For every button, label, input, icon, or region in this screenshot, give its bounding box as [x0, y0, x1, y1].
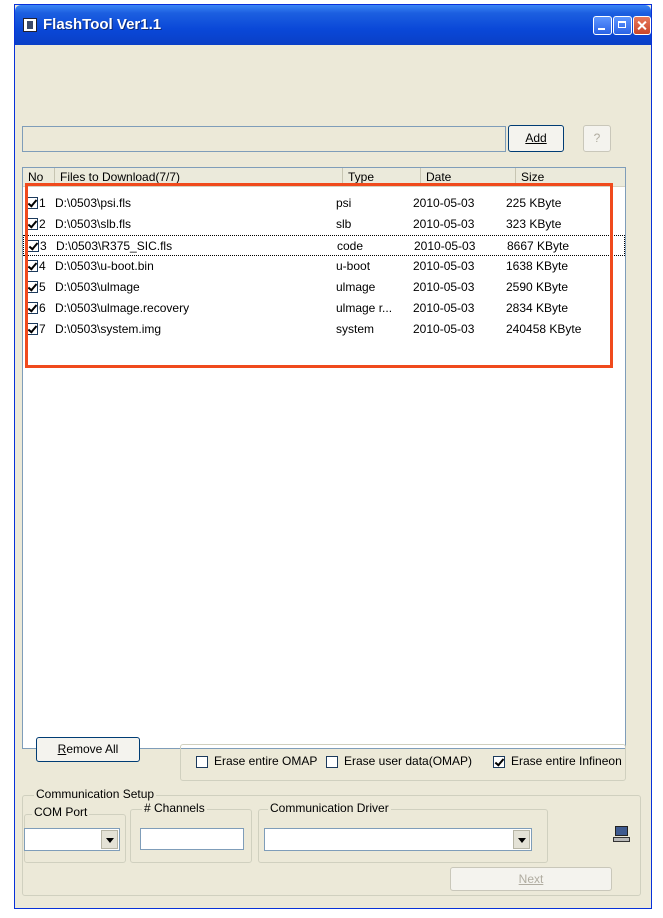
row-type: slb	[336, 217, 352, 231]
row-number: 3	[40, 239, 47, 253]
row-size: 323 KByte	[506, 217, 562, 231]
row-checkbox[interactable]	[26, 260, 38, 272]
row-type: u-boot	[336, 259, 371, 273]
row-file: D:\0503\system.img	[55, 322, 162, 336]
erase-entire-omap-checkbox[interactable]	[196, 756, 208, 768]
column-header-date[interactable]: Date	[421, 168, 516, 186]
row-type: code	[337, 239, 364, 253]
row-type: psi	[336, 196, 352, 210]
minimize-button[interactable]	[593, 16, 612, 35]
erase-entire-infineon-label: Erase entire Infineon	[511, 754, 622, 768]
table-row[interactable]: 6 D:\0503\ulmage.recovery ulmage r... 20…	[23, 298, 625, 319]
row-number: 6	[39, 301, 46, 315]
com-port-select[interactable]	[24, 828, 120, 851]
row-file: D:\0503\R375_SIC.fls	[56, 239, 173, 253]
row-file: D:\0503\ulmage	[55, 280, 140, 294]
file-path-field[interactable]	[22, 126, 506, 152]
row-size: 240458 KByte	[506, 322, 582, 336]
erase-user-data-checkbox[interactable]	[326, 756, 338, 768]
column-header-no[interactable]: No	[23, 168, 55, 186]
row-number: 2	[39, 217, 46, 231]
row-number: 5	[39, 280, 46, 294]
title-bar: FlashTool Ver1.1	[15, 5, 651, 45]
row-date: 2010-05-03	[413, 196, 475, 210]
row-date: 2010-05-03	[413, 280, 475, 294]
table-row[interactable]: 3 D:\0503\R375_SIC.fls code 2010-05-03 8…	[23, 235, 625, 256]
row-type: ulmage r...	[336, 301, 393, 315]
channels-input[interactable]	[140, 828, 244, 850]
row-size: 8667 KByte	[507, 239, 570, 253]
row-size: 1638 KByte	[506, 259, 569, 273]
row-type: system	[336, 322, 375, 336]
table-row[interactable]: 5 D:\0503\ulmage ulmage 2010-05-03 2590 …	[23, 277, 625, 298]
close-button[interactable]	[633, 16, 651, 35]
row-number: 4	[39, 259, 46, 273]
row-size: 225 KByte	[506, 196, 562, 210]
communication-setup-label: Communication Setup	[34, 787, 157, 801]
row-size: 2590 KByte	[506, 280, 569, 294]
window-title: FlashTool Ver1.1	[43, 16, 162, 33]
row-file: D:\0503\ulmage.recovery	[55, 301, 190, 315]
row-number: 7	[39, 322, 46, 336]
row-file: D:\0503\slb.fls	[55, 217, 132, 231]
channels-label: # Channels	[142, 801, 207, 815]
com-port-label: COM Port	[32, 805, 90, 819]
list-header: No Files to Download(7/7) Type Date Size	[23, 168, 625, 187]
next-button[interactable]: Next	[450, 867, 612, 891]
computer-icon[interactable]	[612, 825, 632, 845]
row-checkbox[interactable]	[26, 281, 38, 293]
app-icon	[23, 18, 37, 32]
erase-entire-infineon-checkbox[interactable]	[493, 756, 505, 768]
row-checkbox[interactable]	[26, 197, 38, 209]
row-checkbox[interactable]	[27, 240, 39, 252]
row-size: 2834 KByte	[506, 301, 569, 315]
table-row[interactable]: 4 D:\0503\u-boot.bin u-boot 2010-05-03 1…	[23, 256, 625, 277]
row-date: 2010-05-03	[413, 322, 475, 336]
row-checkbox[interactable]	[26, 323, 38, 335]
column-header-files[interactable]: Files to Download(7/7)	[55, 168, 343, 186]
row-checkbox[interactable]	[26, 218, 38, 230]
table-row[interactable]: 7 D:\0503\system.img system 2010-05-03 2…	[23, 319, 625, 340]
row-type: ulmage	[336, 280, 376, 294]
maximize-button[interactable]	[613, 16, 632, 35]
row-number: 1	[39, 196, 46, 210]
table-row[interactable]: 1 D:\0503\psi.fls psi 2010-05-03 225 KBy…	[23, 193, 625, 214]
row-date: 2010-05-03	[414, 239, 476, 253]
help-button[interactable]: ?	[583, 125, 611, 152]
remove-all-mnemonic: R	[57, 742, 67, 756]
table-row[interactable]: 2 D:\0503\slb.fls slb 2010-05-03 323 KBy…	[23, 214, 625, 235]
column-header-type[interactable]: Type	[343, 168, 421, 186]
row-date: 2010-05-03	[413, 301, 475, 315]
remove-all-label: emove All	[66, 742, 119, 756]
add-button[interactable]: Add	[508, 125, 564, 152]
erase-user-data-label: Erase user data(OMAP)	[344, 754, 473, 768]
files-list[interactable]: No Files to Download(7/7) Type Date Size…	[22, 167, 626, 749]
row-file: D:\0503\psi.fls	[55, 196, 132, 210]
column-header-size[interactable]: Size	[516, 168, 625, 186]
remove-all-button[interactable]: Remove All	[36, 737, 140, 762]
row-date: 2010-05-03	[413, 259, 475, 273]
driver-label: Communication Driver	[268, 801, 391, 815]
erase-entire-omap-label: Erase entire OMAP	[214, 754, 318, 768]
chevron-down-icon[interactable]	[101, 830, 118, 849]
driver-select[interactable]	[264, 828, 532, 851]
row-checkbox[interactable]	[26, 302, 38, 314]
row-file: D:\0503\u-boot.bin	[55, 259, 154, 273]
row-date: 2010-05-03	[413, 217, 475, 231]
chevron-down-icon[interactable]	[513, 830, 530, 849]
